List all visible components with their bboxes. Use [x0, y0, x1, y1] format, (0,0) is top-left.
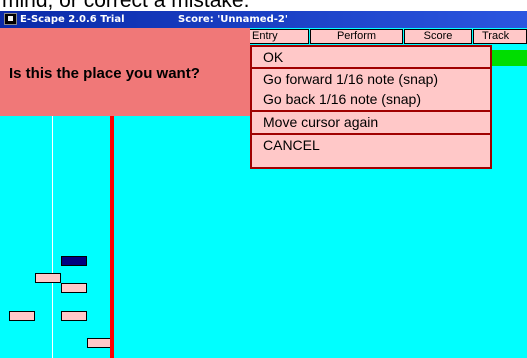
- menu-item-go-back[interactable]: Go back 1/16 note (snap): [252, 89, 490, 109]
- menu-track-button[interactable]: Track: [473, 29, 527, 44]
- menu-item-cancel[interactable]: CANCEL: [252, 135, 490, 155]
- beat-grid-line: [52, 116, 53, 358]
- prompt-panel: Is this the place you want?: [0, 28, 250, 116]
- prompt-text: Is this the place you want?: [9, 65, 200, 82]
- escape-app-screenshot: mind, or correct a mistake. E-Scape 2.0.…: [0, 0, 527, 358]
- playback-cursor[interactable]: [110, 116, 114, 358]
- note-block[interactable]: [61, 311, 87, 321]
- menu-track-label: Track: [482, 30, 510, 42]
- app-icon[interactable]: [4, 13, 17, 25]
- menu-score-label: Score: [423, 30, 453, 42]
- menu-score-button[interactable]: Score: [404, 29, 472, 44]
- note-block[interactable]: [9, 311, 35, 321]
- menu-item-move-cursor[interactable]: Move cursor again: [252, 112, 490, 132]
- note-selected[interactable]: [61, 256, 87, 266]
- menu-perform-label: Perform: [336, 30, 377, 42]
- app-title: E-Scape 2.0.6 Trial: [20, 14, 125, 25]
- menu-entry-button[interactable]: Entry: [245, 29, 309, 44]
- menu-perform-button[interactable]: Perform: [310, 29, 403, 44]
- note-block[interactable]: [35, 273, 61, 283]
- menu-entry-label: Entry: [252, 30, 278, 42]
- note-block[interactable]: [61, 283, 87, 293]
- score-title: Score: 'Unnamed-2': [178, 14, 288, 25]
- cursor-confirm-menu: OK Go forward 1/16 note (snap) Go back 1…: [250, 45, 492, 169]
- menu-item-ok[interactable]: OK: [252, 47, 490, 67]
- window-titlebar[interactable]: E-Scape 2.0.6 Trial Score: 'Unnamed-2': [0, 11, 527, 28]
- track-indicator-bar: [491, 50, 527, 66]
- menu-item-go-forward[interactable]: Go forward 1/16 note (snap): [252, 69, 490, 89]
